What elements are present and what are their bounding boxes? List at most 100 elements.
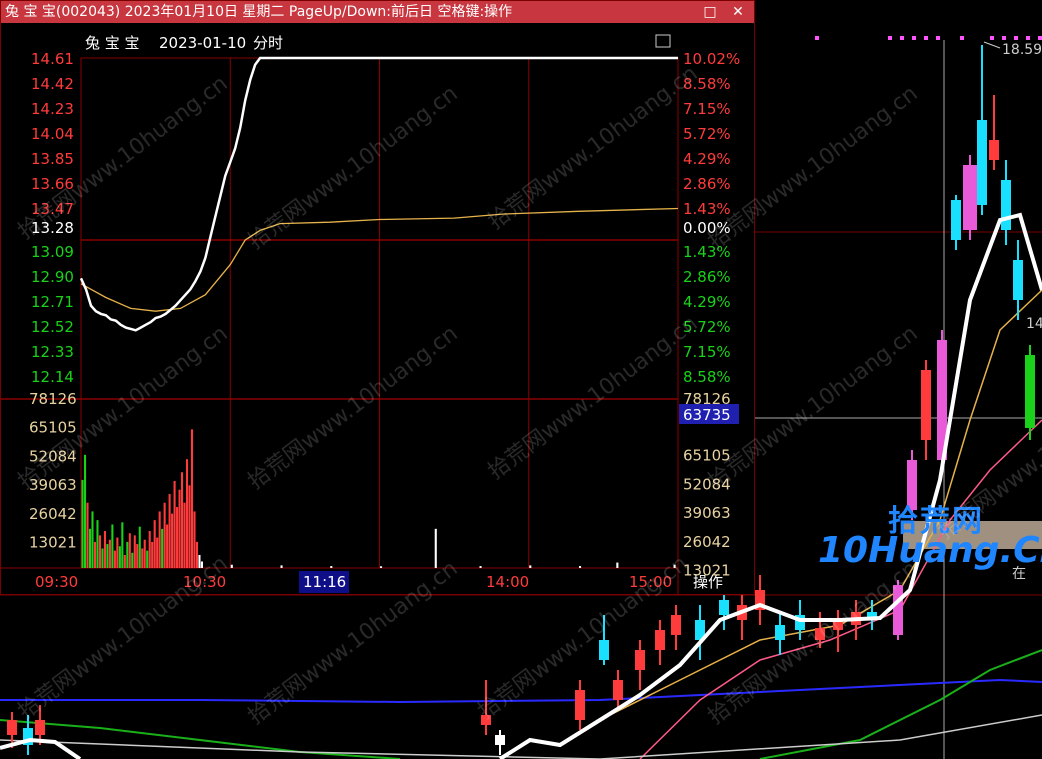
volume-bar [434, 528, 437, 568]
pct-tick-down: 4.29% [683, 293, 731, 311]
restore-icon[interactable]: □ [697, 1, 723, 23]
window-title: 兔 宝 宝(002043) 2023年01月10日 星期二 PageUp/Dow… [5, 4, 513, 20]
candle-body [977, 120, 987, 205]
title-bar[interactable]: 兔 宝 宝(002043) 2023年01月10日 星期二 PageUp/Dow… [1, 1, 754, 23]
pct-tick-up: 8.58% [683, 75, 731, 93]
bg-ma-blue [0, 678, 1042, 704]
close-icon[interactable]: ✕ [725, 1, 751, 23]
volume-bar [146, 550, 149, 568]
volume-tick-right: 52084 [683, 475, 731, 493]
volume-bar [185, 459, 189, 568]
volume-bar [148, 531, 151, 568]
candle [671, 605, 681, 650]
candle-body [635, 650, 645, 670]
volume-bar [93, 541, 97, 568]
volume-tick-left: 26042 [29, 505, 77, 523]
price-tick-up: 14.61 [31, 50, 74, 68]
candle-body [613, 680, 623, 700]
bg-partial-label: 14 [1026, 316, 1042, 332]
bg-ma-green-right [759, 649, 1042, 759]
candle-body [7, 720, 17, 735]
volume-bar [230, 564, 233, 568]
volume-bar [178, 489, 181, 568]
volume-bar [173, 480, 176, 568]
volume-tick-right: 39063 [683, 504, 731, 522]
bg-marker-dot [990, 36, 994, 40]
volume-bar [673, 564, 676, 568]
candle [893, 580, 903, 640]
pct-tick-up: 5.72% [683, 125, 731, 143]
candle-body [907, 460, 917, 510]
volume-tick-right: 26042 [683, 533, 731, 551]
pct-tick-up: 10.02% [683, 50, 740, 68]
candle [1025, 345, 1035, 440]
volume-bar [280, 565, 283, 568]
volume-bar [83, 454, 87, 568]
candle-body [575, 690, 585, 720]
volume-bar [126, 541, 129, 568]
operate-button[interactable]: 操作 [693, 573, 723, 591]
pct-tick-center: 0.00% [683, 219, 731, 237]
time-tick: 10:30 [183, 573, 226, 591]
volume-bar [153, 520, 156, 568]
volume-bar [86, 502, 89, 568]
expand-icon [655, 34, 671, 48]
candle [963, 155, 977, 240]
chart-mode: 分时 [253, 34, 283, 52]
volume-bar [193, 511, 196, 568]
candle-body [481, 715, 491, 725]
pct-tick-up: 1.43% [683, 200, 731, 218]
volume-bar [81, 479, 84, 568]
intraday-window[interactable]: 兔 宝 宝(002043) 2023年01月10日 星期二 PageUp/Dow… [0, 0, 755, 595]
time-tick: 14:00 [486, 573, 529, 591]
volume-bar [131, 552, 134, 568]
volume-bar [96, 520, 99, 568]
candle [695, 605, 705, 660]
volume-bar [158, 511, 161, 568]
intraday-chart[interactable]: 兔 宝 宝 2023-01-10 分时 14.61 10.02% 14.42 8.58% 14… [1, 23, 754, 594]
candle-body [719, 600, 729, 615]
volume-bar [198, 554, 201, 568]
volume-bar [151, 541, 154, 568]
candle [481, 680, 491, 735]
volume-bar [181, 472, 184, 568]
volume-bar [195, 541, 199, 568]
pct-tick-down: 5.72% [683, 318, 731, 336]
volume-bar [121, 522, 124, 568]
stock-name: 兔 宝 宝 [85, 34, 140, 52]
volume-bar [380, 566, 383, 568]
volume-bar [138, 526, 141, 568]
volume-tick-left: 52084 [29, 447, 77, 465]
bg-marker-dot [900, 36, 904, 40]
bg-marker-dot [936, 36, 940, 40]
pct-tick-down: 1.43% [683, 243, 731, 261]
pct-tick-up: 4.29% [683, 150, 731, 168]
pct-tick-down: 8.58% [683, 368, 731, 386]
volume-bar [88, 528, 92, 568]
volume-bar [616, 562, 619, 568]
candle [635, 640, 645, 690]
candle [495, 730, 505, 755]
pct-tick-down: 7.15% [683, 343, 731, 361]
candle [907, 450, 917, 520]
chart-date: 2023-01-10 [159, 34, 246, 52]
volume-bar [188, 485, 191, 568]
candle [719, 590, 729, 630]
volume-bar [200, 561, 203, 568]
candle [977, 45, 987, 215]
candle [599, 615, 609, 665]
volume-bar [161, 528, 164, 568]
volume-tick-right: 65105 [683, 447, 731, 465]
price-tick-down: 12.14 [31, 368, 74, 386]
time-tick: 09:30 [35, 573, 78, 591]
bg-marker-dot [924, 36, 928, 40]
candle-body [921, 370, 931, 440]
price-tick-down: 12.90 [31, 268, 74, 286]
pct-tick-up: 2.86% [683, 175, 731, 193]
bg-marker-dot [1002, 36, 1006, 40]
pct-tick-down: 2.86% [683, 268, 731, 286]
candle [775, 612, 785, 655]
candle-body [671, 615, 681, 635]
volume-tick-left: 39063 [29, 476, 77, 494]
bg-marker-dot [888, 36, 892, 40]
